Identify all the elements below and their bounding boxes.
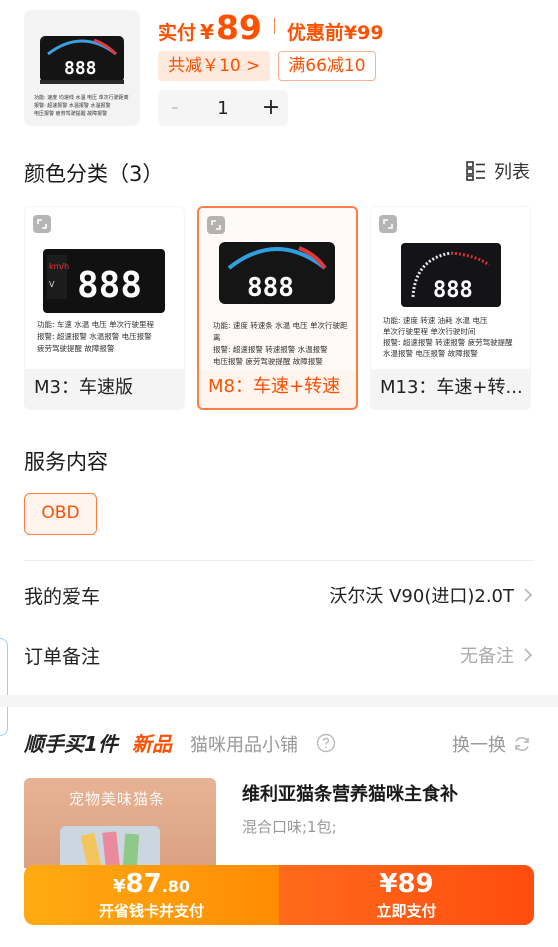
order-note-row[interactable]: 订单备注 无备注 xyxy=(24,635,534,675)
color-option-m3[interactable]: km/h V 888 功能: 车速 水温 电压 单次行驶里程 报警: 超速报警 … xyxy=(24,206,185,410)
service-option-obd[interactable]: OBD xyxy=(24,493,97,535)
price-row: 实付 ¥ 89 优惠前¥99 xyxy=(158,8,384,47)
svg-text:km/h: km/h xyxy=(49,262,69,271)
pay-now-label: 立即支付 xyxy=(376,902,437,920)
help-icon[interactable] xyxy=(316,733,336,753)
option-spec-line: 功能: 速度 转速条 水温 电压 单次行驶距离 xyxy=(213,321,348,342)
bundle-product-name[interactable]: 维利亚猫条营养猫咪主食补 xyxy=(242,780,458,806)
color-option-m13[interactable]: 888 功能: 速度 转速 油耗 水温 电压 单次行驶里程 单次行驶时间 报警:… xyxy=(370,206,531,410)
card-button-label: 开省钱卡并支付 xyxy=(98,902,204,920)
swap-button[interactable]: 换一换 xyxy=(452,731,532,757)
decrease-button[interactable]: - xyxy=(158,90,192,126)
my-car-row[interactable]: 我的爱车 沃尔沃 V90(进口)2.0T xyxy=(24,575,534,615)
bottom-action-bar: ¥87.80 开省钱卡并支付 ¥89 立即支付 xyxy=(24,865,534,925)
option-spec-line: 报警: 超速报警 转速报警 水温报警 xyxy=(213,345,328,354)
list-toggle-label: 列表 xyxy=(494,162,530,183)
side-handle[interactable] xyxy=(0,638,8,736)
card-price-dec: .80 xyxy=(161,877,191,896)
buy-price-value: ¥89 xyxy=(379,869,434,899)
option-spec-line: 报警: 超速报警 水温报警 电压报警 xyxy=(37,332,152,341)
thumb-spec-line: 电压报警 疲劳驾驶提醒 故障报警 xyxy=(34,111,108,117)
option-spec-line: 功能: 车速 水温 电压 单次行驶里程 xyxy=(37,320,155,329)
svg-text:888: 888 xyxy=(247,273,294,303)
bundle-product-spec: 混合口味;1包; xyxy=(242,818,337,836)
list-icon xyxy=(466,161,485,181)
price-currency: ¥ xyxy=(200,20,214,44)
svg-text:V: V xyxy=(49,280,55,289)
coupon-tag: 满66减10 xyxy=(278,51,376,81)
card-price: ¥87.80 xyxy=(24,870,279,898)
expand-icon[interactable] xyxy=(379,215,397,233)
my-car-label: 我的爱车 xyxy=(24,585,101,608)
order-note-value: 无备注 xyxy=(460,646,514,667)
buy-price: ¥89 xyxy=(279,870,534,898)
chevron-right-icon xyxy=(524,648,533,662)
order-note-label: 订单备注 xyxy=(24,645,101,668)
svg-text:888: 888 xyxy=(64,58,97,79)
pay-now-button[interactable]: ¥89 立即支付 xyxy=(279,865,534,925)
increase-button[interactable]: + xyxy=(254,90,288,126)
card-price-currency: ¥ xyxy=(112,876,126,897)
option-spec-line: 报警: 超速报警 转速报警 疲劳驾驶提醒 xyxy=(383,338,513,347)
color-option-m8[interactable]: 888 功能: 速度 转速条 水温 电压 单次行驶距离 报警: 超速报警 转速报… xyxy=(197,206,358,410)
shop-name[interactable]: 猫咪用品小铺 xyxy=(190,731,298,757)
option-label: M8：车速+转速 xyxy=(208,376,341,397)
section-gap xyxy=(0,695,558,707)
option-spec-line: 疲劳驾驶提醒 故障报警 xyxy=(37,344,115,353)
price-label: 实付 xyxy=(158,22,197,44)
bundle-product-image[interactable]: 宠物美味猫条 xyxy=(24,778,216,868)
price-separator xyxy=(273,18,275,34)
option-spec-line: 电压报警 疲劳驾驶提醒 故障报警 xyxy=(213,357,323,366)
new-product-tag: 新品 xyxy=(132,732,172,756)
refresh-icon xyxy=(515,736,529,752)
svg-text:888: 888 xyxy=(77,265,142,306)
product-thumbnail[interactable]: 888 功能: 速度 均速线 水温 电压 单次行驶距离 报警: 超速报警 水温报… xyxy=(24,10,140,126)
thumb-spec-line: 报警: 超速报警 水温报警 水温报警 xyxy=(34,103,111,109)
savings-card-pay-button[interactable]: ¥87.80 开省钱卡并支付 xyxy=(24,865,279,925)
option-spec-line: 单次行驶里程 单次行驶时间 xyxy=(383,327,476,336)
svg-text:888: 888 xyxy=(433,278,473,303)
price-value: 89 xyxy=(215,8,262,47)
option-label: M13：车速+转... xyxy=(380,377,523,398)
expand-icon[interactable] xyxy=(207,216,225,234)
bundle-title: 顺手买1件 xyxy=(24,732,118,756)
option-spec-line: 水温报警 电压报警 故障报警 xyxy=(383,349,478,358)
list-view-toggle[interactable]: 列表 xyxy=(466,158,530,184)
quantity-stepper: - 1 + xyxy=(158,90,288,126)
swap-label: 换一换 xyxy=(452,735,506,756)
chevron-right-icon xyxy=(524,588,533,602)
discount-tag[interactable]: 共减￥10 > xyxy=(158,51,271,81)
cat-treat-pack-image xyxy=(60,826,160,868)
quantity-value[interactable]: 1 xyxy=(192,98,254,119)
card-price-int: 87 xyxy=(125,869,162,899)
divider xyxy=(24,560,534,561)
promo-row: 共减￥10 > 满66减10 xyxy=(158,51,376,81)
service-section-title: 服务内容 xyxy=(24,450,108,474)
expand-icon[interactable] xyxy=(33,215,51,233)
option-label: M3：车速版 xyxy=(34,377,133,398)
thumb-spec-line: 功能: 速度 均速线 水温 电压 单次行驶距离 xyxy=(34,95,129,101)
my-car-value: 沃尔沃 V90(进口)2.0T xyxy=(329,586,514,607)
original-price: 优惠前¥99 xyxy=(286,22,384,44)
option-spec-line: 功能: 速度 转速 油耗 水温 电压 xyxy=(383,316,488,325)
color-section-title: 颜色分类（3） xyxy=(24,162,164,186)
